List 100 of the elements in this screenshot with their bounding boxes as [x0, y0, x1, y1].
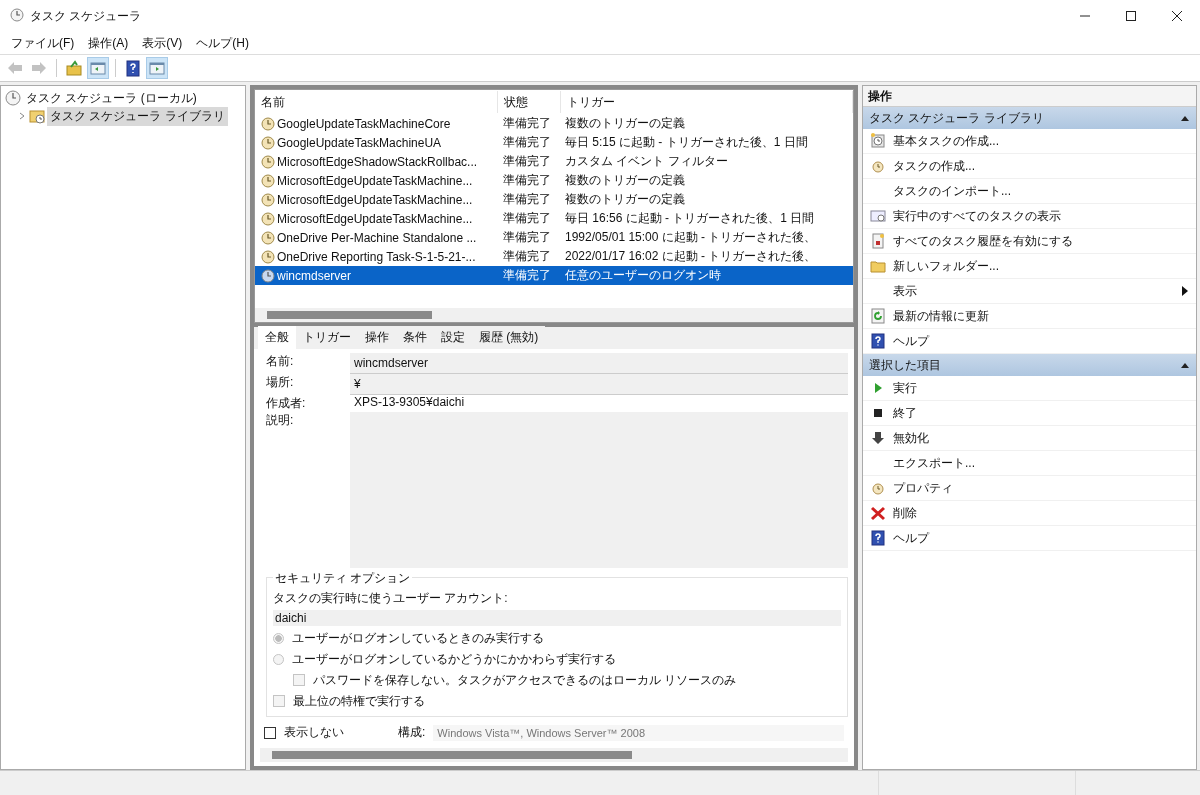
table-cell: wincmdserver	[277, 268, 351, 283]
option-label: 最上位の特権で実行する	[293, 692, 425, 710]
field-label: 名前:	[265, 353, 295, 370]
document-icon	[870, 233, 886, 249]
tab[interactable]: 全般	[258, 326, 296, 349]
action-item[interactable]: 新しいフォルダー...	[863, 254, 1196, 279]
clock-icon	[870, 133, 886, 149]
table-cell: MicrosoftEdgeUpdateTaskMachine...	[277, 192, 473, 207]
table-cell-text: 複数のトリガーの定義	[564, 191, 686, 208]
table-row[interactable]: GoogleUpdateTaskMachineCore 準備完了 複数のトリガーの定義	[255, 114, 853, 133]
clock-icon	[261, 192, 275, 207]
panel-title: 操作	[863, 86, 1196, 107]
table-row[interactable]: MicrosoftEdgeUpdateTaskMachine... 準備完了 複数のトリガーの定義	[255, 171, 853, 190]
forward-arrow-icon	[30, 59, 48, 77]
table-row[interactable]: MicrosoftEdgeUpdateTaskMachine... 準備完了 複数のトリガーの定義	[255, 190, 853, 209]
table-row[interactable]: wincmdserver 準備完了 任意のユーザーのログオン時	[255, 266, 853, 285]
folder-clock-icon	[29, 108, 45, 124]
action-item[interactable]: 実行	[863, 376, 1196, 401]
action-item[interactable]: 表示	[863, 279, 1196, 304]
text-field[interactable]: wincmdserver	[350, 353, 848, 374]
menu-item[interactable]: 操作(A)	[81, 32, 136, 54]
account-field[interactable]: daichi	[273, 610, 841, 626]
column-header[interactable]: 状態	[498, 91, 561, 113]
table-row[interactable]: OneDrive Reporting Task-S-1-5-21-... 準備完了 2022/01/17 16:02 に起動 - トリガーされた後、	[255, 247, 853, 266]
section-header[interactable]: タスク スケジューラ ライブラリ	[863, 107, 1196, 129]
submenu-arrow-icon	[1182, 286, 1188, 296]
table-cell-text: 毎日 5:15 に起動 - トリガーされた後、1 日間	[564, 134, 809, 151]
action-item[interactable]: 基本タスクの作成...	[863, 129, 1196, 154]
field-label: タスクの実行時に使うユーザー アカウント:	[273, 590, 509, 607]
table-cell-text: 準備完了	[502, 248, 552, 265]
field-label: 構成:	[398, 724, 426, 741]
configuration-field[interactable]: Windows Vista™, Windows Server™ 2008	[433, 724, 844, 741]
action-item[interactable]: 最新の情報に更新	[863, 304, 1196, 329]
tree-item[interactable]: タスク スケジューラ (ローカル)	[23, 88, 200, 108]
action-item[interactable]: 無効化	[863, 426, 1196, 451]
field-value: XPS-13-9305¥daichi	[353, 395, 466, 409]
clock-icon	[261, 154, 275, 169]
checkbox[interactable]	[264, 726, 276, 739]
table-cell: OneDrive Reporting Task-S-1-5-21-...	[277, 249, 476, 264]
menu-item[interactable]: ヘルプ(H)	[189, 32, 256, 54]
action-item[interactable]: 終了	[863, 401, 1196, 426]
action-item[interactable]: タスクの作成...	[863, 154, 1196, 179]
table-row[interactable]: OneDrive Per-Machine Standalone ... 準備完了 1992/05/01 15:00 に起動 - トリガーされた後、	[255, 228, 853, 247]
table-cell: GoogleUpdateTaskMachineCore	[277, 116, 451, 131]
table-cell-text: 毎日 16:56 に起動 - トリガーされた後、1 日間	[564, 210, 816, 227]
text-field[interactable]: ¥	[350, 374, 848, 395]
table-row[interactable]: MicrosoftEdgeUpdateTaskMachine... 準備完了 毎日 16:56 に起動 - トリガーされた後、1 日間	[255, 209, 853, 228]
table-row[interactable]: GoogleUpdateTaskMachineUA 準備完了 毎日 5:15 に起動 - トリガーされた後、1 日間	[255, 133, 853, 152]
table-cell-text: 任意のユーザーのログオン時	[564, 267, 722, 284]
table-cell-text: 1992/05/01 15:00 に起動 - トリガーされた後、	[564, 229, 818, 246]
folder-icon	[870, 258, 886, 274]
clock-icon	[261, 116, 275, 131]
action-item[interactable]: エクスポート...	[863, 451, 1196, 476]
option-label: 表示しない	[284, 724, 345, 741]
clock-icon	[5, 90, 21, 106]
table-cell-text: カスタム イベント フィルター	[564, 153, 729, 170]
column-header[interactable]: トリガー	[561, 91, 853, 113]
table-cell: GoogleUpdateTaskMachineUA	[277, 135, 442, 150]
chevron-right-icon[interactable]	[18, 111, 26, 121]
close-icon	[1171, 10, 1183, 22]
action-item[interactable]: 実行中のすべてのタスクの表示	[863, 204, 1196, 229]
action-item[interactable]: タスクのインポート...	[863, 179, 1196, 204]
clock-icon	[261, 135, 275, 150]
window-clock-icon	[870, 208, 886, 224]
clock-icon	[261, 249, 275, 264]
table-cell: MicrosoftEdgeUpdateTaskMachine...	[277, 211, 473, 226]
clock-icon	[10, 7, 24, 22]
menu-item[interactable]: ファイル(F)	[4, 32, 82, 54]
window-title: タスク スケジューラ	[30, 7, 142, 25]
scrollbar[interactable]	[260, 748, 848, 762]
clock-icon	[261, 211, 275, 226]
action-item[interactable]: 削除	[863, 501, 1196, 526]
table-cell-text: 準備完了	[502, 172, 552, 189]
action-item[interactable]: ヘルプ	[863, 526, 1196, 551]
help-icon	[870, 333, 886, 349]
action-item[interactable]: プロパティ	[863, 476, 1196, 501]
clock-icon	[261, 173, 275, 188]
group-title: セキュリティ オプション	[273, 570, 413, 587]
menu-item[interactable]: 表示(V)	[135, 32, 190, 54]
tree-item[interactable]: タスク スケジューラ ライブラリ	[47, 106, 228, 126]
table-cell-text: 準備完了	[502, 210, 552, 227]
refresh-icon	[870, 308, 886, 324]
column-header[interactable]: 名前	[255, 91, 498, 113]
table-cell-text: 準備完了	[502, 153, 552, 170]
clock-icon	[261, 230, 275, 245]
table-cell-text: 2022/01/17 16:02 に起動 - トリガーされた後、	[564, 248, 818, 265]
panel-layout-button[interactable]	[87, 57, 109, 79]
section-header[interactable]: 選択した項目	[863, 354, 1196, 376]
field-label: 作成者:	[265, 395, 307, 412]
table-cell-text: 複数のトリガーの定義	[564, 115, 686, 132]
help-icon	[124, 59, 142, 77]
scrollbar[interactable]	[255, 308, 853, 322]
field-label: 場所:	[265, 374, 295, 391]
clock-icon	[261, 268, 275, 283]
collapse-triangle-icon	[1180, 114, 1190, 122]
action-item[interactable]: すべてのタスク履歴を有効にする	[863, 229, 1196, 254]
table-cell: MicrosoftEdgeShadowStackRollbac...	[277, 154, 478, 169]
table-row[interactable]: MicrosoftEdgeShadowStackRollbac... 準備完了 カスタム イベント フィルター	[255, 152, 853, 171]
clock-icon	[870, 480, 886, 496]
help-icon	[870, 530, 886, 546]
